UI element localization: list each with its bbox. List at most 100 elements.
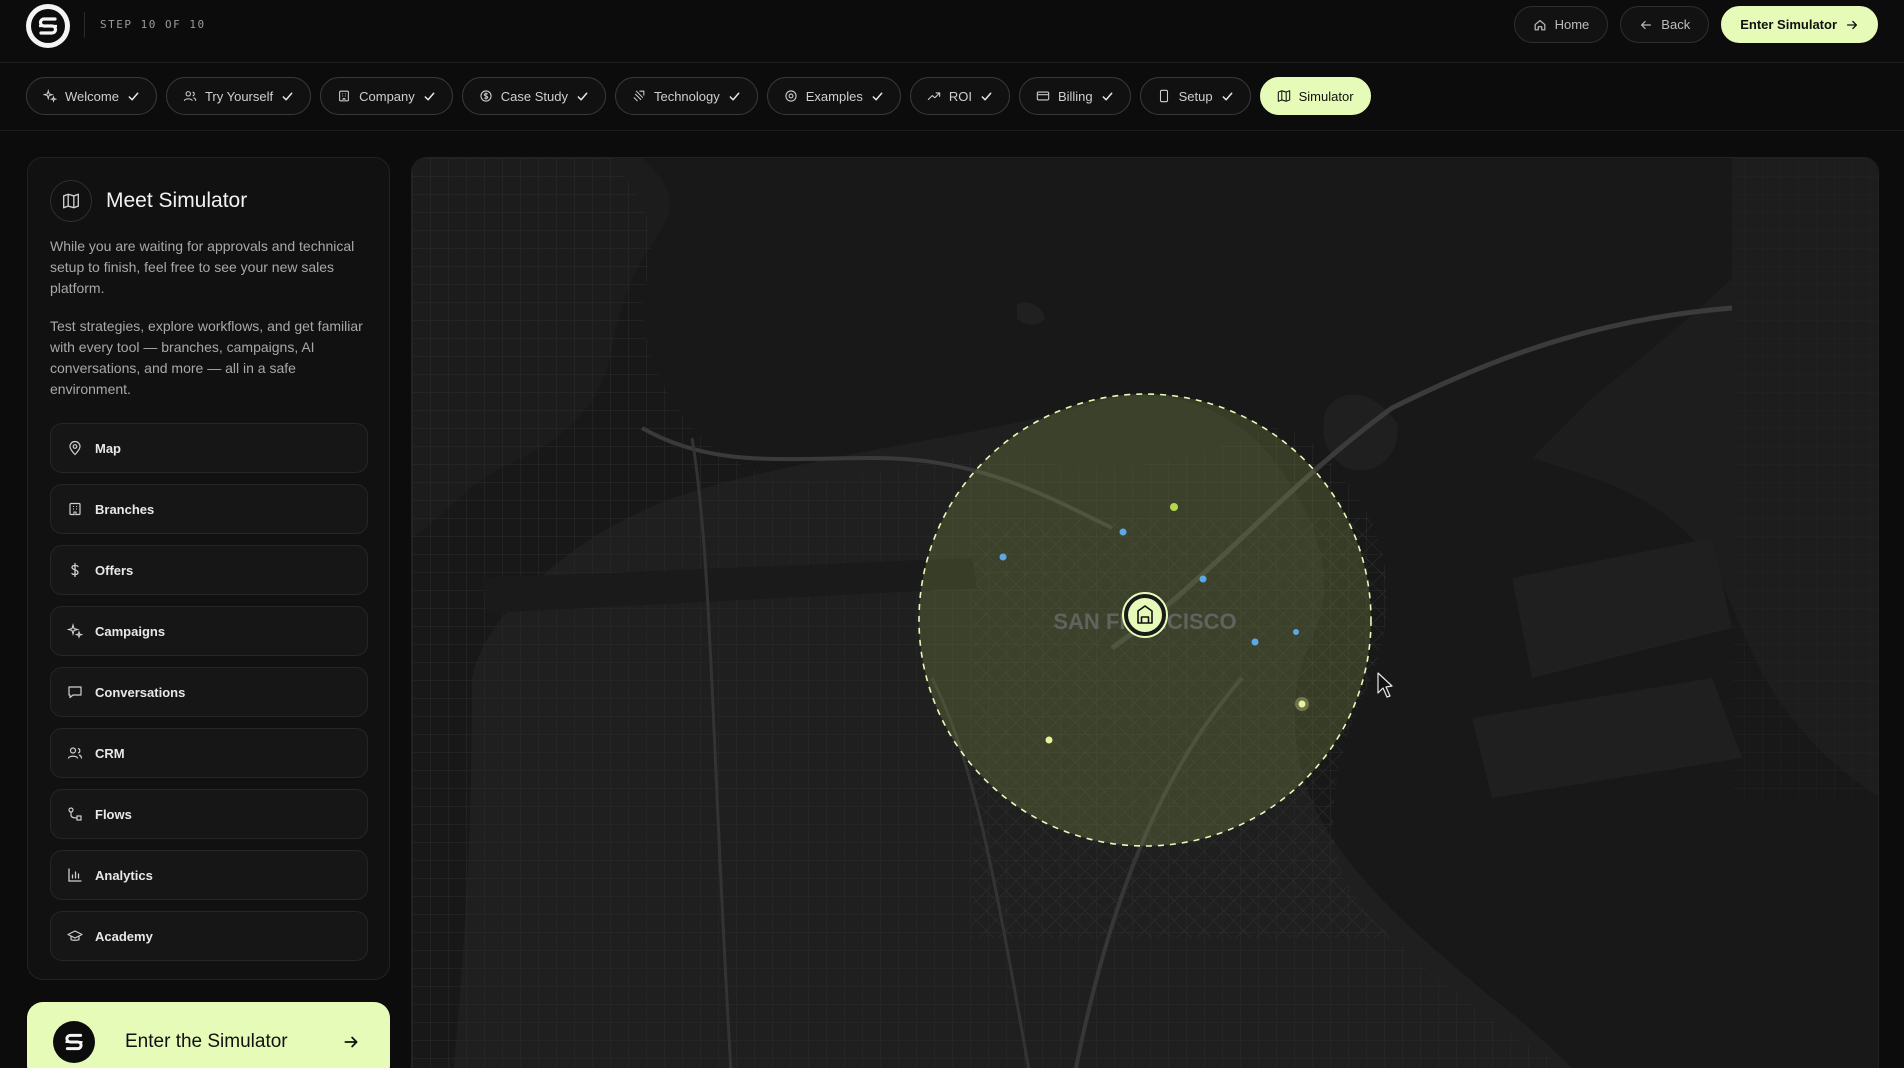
building-icon: [339, 90, 350, 102]
sidebar-item-crm[interactable]: CRM: [50, 728, 368, 778]
home-button[interactable]: Home: [1513, 6, 1609, 43]
step-label: Simulator: [1298, 88, 1354, 104]
check-icon: [1102, 92, 1113, 100]
enter-simulator-label: Enter Simulator: [1740, 17, 1837, 32]
step-welcome[interactable]: Welcome: [26, 77, 157, 115]
sidebar-intro-text: While you are waiting for approvals and …: [50, 238, 355, 296]
bar-chart-icon: [68, 868, 82, 882]
marker-yellow[interactable]: [1045, 736, 1053, 744]
marker-blue[interactable]: [1119, 528, 1127, 536]
header-divider: [84, 12, 85, 38]
marker-blue[interactable]: [1199, 575, 1207, 583]
top-bar: STEP 10 OF 10 Home Back Enter Simulator: [0, 0, 1904, 63]
sidebar-title: Meet Simulator: [106, 189, 248, 212]
check-icon: [872, 92, 883, 100]
sidebar-item-label: Conversations: [95, 684, 186, 700]
check-icon: [1222, 92, 1233, 100]
arrow-right-icon: [1846, 20, 1858, 29]
step-simulator[interactable]: Simulator: [1259, 77, 1371, 115]
logo-icon: [65, 1033, 83, 1051]
step-indicator: STEP 10 OF 10: [100, 18, 206, 31]
step-roi[interactable]: ROI: [909, 77, 1010, 115]
marker-yellow[interactable]: [1298, 700, 1306, 708]
step-examples[interactable]: Examples: [766, 77, 901, 115]
step-label: Technology: [653, 88, 720, 104]
back-button[interactable]: Back: [1620, 6, 1710, 43]
step-label: Setup: [1178, 88, 1213, 104]
sidebar-item-conversations[interactable]: Conversations: [50, 667, 368, 717]
marker-yellow[interactable]: [1170, 503, 1178, 511]
step-company[interactable]: Company: [320, 77, 453, 115]
sidebar-item-label: Map: [95, 440, 121, 456]
map-icon: [63, 193, 79, 209]
step-label: ROI: [948, 88, 972, 104]
sidebar-panel: Meet Simulator While you are waiting for…: [27, 157, 390, 980]
sidebar-item-flows[interactable]: Flows: [50, 789, 368, 839]
onboarding-stepper: Welcome Try Yourself Company Case Study …: [26, 77, 1371, 115]
brand-logo[interactable]: [26, 4, 70, 48]
enter-the-simulator-card[interactable]: Enter the Simulator: [27, 1002, 390, 1068]
sidebar-item-offers[interactable]: Offers: [50, 545, 368, 595]
step-label: Case Study: [500, 88, 568, 104]
sidebar-item-label: Offers: [95, 562, 134, 578]
sparkles-icon: [67, 623, 83, 639]
chip-icon: [633, 90, 645, 102]
east-bay-streets: [1732, 158, 1878, 798]
sidebar-item-branches[interactable]: Branches: [50, 484, 368, 534]
users-icon: [67, 747, 83, 759]
sidebar-item-map[interactable]: Map: [50, 423, 368, 473]
brand-logo: [53, 1021, 95, 1063]
branch-marker[interactable]: [1122, 592, 1168, 638]
sidebar-tool-list: Map Branches Offers Campaigns Conversati…: [50, 423, 368, 961]
check-icon: [424, 92, 435, 100]
home-icon: [1534, 19, 1546, 30]
step-label: Billing: [1057, 88, 1093, 104]
sidebar-item-label: Academy: [95, 928, 153, 944]
card-icon: [1036, 91, 1050, 101]
pin-icon: [69, 440, 81, 456]
sidebar-item-label: CRM: [95, 745, 125, 761]
marker-blue[interactable]: [1251, 638, 1259, 646]
users-icon: [183, 91, 197, 101]
sidebar-description-text: Test strategies, explore workflows, and …: [50, 318, 363, 397]
flow-icon: [68, 807, 82, 821]
sidebar-map-badge: [50, 180, 92, 222]
trend-icon: [927, 92, 941, 101]
map-icon: [1277, 90, 1290, 102]
step-try-yourself[interactable]: Try Yourself: [165, 77, 312, 115]
check-icon: [729, 92, 740, 100]
arrow-right-icon: [344, 1036, 358, 1048]
sparkles-icon: [43, 89, 57, 103]
step-label: Examples: [805, 88, 863, 104]
stepper-divider: [0, 130, 1904, 131]
simulator-map[interactable]: SAN FRANCISCO: [411, 157, 1879, 1068]
map-canvas: SAN FRANCISCO: [412, 158, 1878, 1068]
home-label: Home: [1554, 17, 1590, 32]
check-icon: [981, 92, 992, 100]
sidebar-item-label: Analytics: [95, 867, 153, 883]
check-icon: [282, 92, 293, 100]
step-case-study[interactable]: Case Study: [461, 77, 606, 115]
check-icon: [577, 92, 588, 100]
dollar-icon: [71, 562, 79, 578]
marker-blue[interactable]: [1293, 629, 1299, 635]
step-setup[interactable]: Setup: [1139, 77, 1251, 115]
chat-icon: [68, 686, 82, 699]
marker-blue[interactable]: [999, 553, 1007, 561]
building-icon: [69, 502, 81, 516]
sidebar-item-analytics[interactable]: Analytics: [50, 850, 368, 900]
arrow-left-icon: [1641, 20, 1652, 29]
sidebar-item-label: Flows: [95, 806, 132, 822]
sidebar-item-academy[interactable]: Academy: [50, 911, 368, 961]
graduation-icon: [67, 930, 83, 941]
target-icon: [785, 90, 797, 102]
check-icon: [128, 92, 139, 100]
logo-icon: [31, 9, 65, 43]
enter-simulator-button[interactable]: Enter Simulator: [1721, 6, 1878, 43]
sidebar-item-label: Branches: [95, 501, 155, 517]
step-technology[interactable]: Technology: [614, 77, 758, 115]
phone-icon: [1159, 89, 1168, 103]
sidebar-item-label: Campaigns: [95, 623, 166, 639]
sidebar-item-campaigns[interactable]: Campaigns: [50, 606, 368, 656]
step-billing[interactable]: Billing: [1018, 77, 1131, 115]
